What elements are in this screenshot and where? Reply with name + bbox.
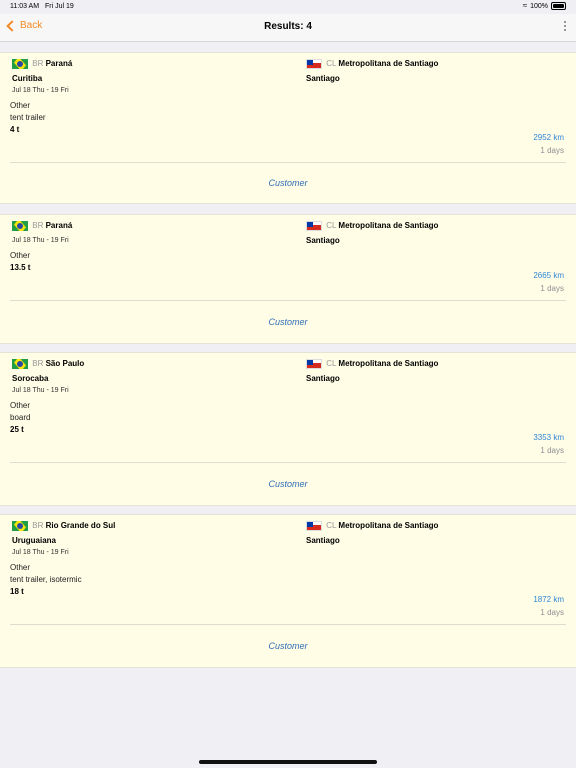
load-dates: Jul 18 Thu - 19 Fri xyxy=(12,387,69,394)
brazil-flag-icon xyxy=(12,521,28,531)
destination-city: Santiago xyxy=(306,74,340,83)
result-card[interactable]: BR Rio Grande do Sul CL Metropolitana de… xyxy=(0,514,576,668)
distance: 2952 km xyxy=(533,133,564,142)
duration: 1 days xyxy=(540,446,564,455)
cargo-weight: 4 t xyxy=(10,125,20,134)
duration: 1 days xyxy=(540,146,564,155)
customer-link[interactable]: Customer xyxy=(0,479,576,489)
origin-region: BR Paraná xyxy=(12,59,72,69)
divider xyxy=(10,462,566,463)
divider xyxy=(10,162,566,163)
load-dates: Jul 18 Thu - 19 Fri xyxy=(12,87,69,94)
distance: 2665 km xyxy=(533,271,564,280)
cargo-weight: 13.5 t xyxy=(10,263,31,272)
status-time: 11:03 AM xyxy=(10,3,40,10)
destination-city: Santiago xyxy=(306,374,340,383)
result-card[interactable]: BR Paraná CL Metropolitana de Santiago S… xyxy=(0,214,576,344)
cargo-type: Other xyxy=(10,101,31,110)
navigation-bar: Back Results: 4 xyxy=(0,14,576,42)
cargo-type: Other xyxy=(10,401,31,410)
destination-city: Santiago xyxy=(306,536,340,545)
cargo-type: Other xyxy=(10,563,31,572)
home-indicator[interactable] xyxy=(199,760,377,764)
destination-region: CL Metropolitana de Santiago xyxy=(306,521,438,531)
customer-link[interactable]: Customer xyxy=(0,641,576,651)
cargo-type: Other xyxy=(10,251,31,260)
divider xyxy=(10,300,566,301)
brazil-flag-icon xyxy=(12,59,28,69)
wifi-icon: ≈ xyxy=(522,1,528,10)
brazil-flag-icon xyxy=(12,359,28,369)
chile-flag-icon xyxy=(306,221,322,231)
origin-city: Curitiba xyxy=(12,74,43,83)
status-right: ≈ 100% xyxy=(523,2,566,10)
load-dates: Jul 18 Thu - 19 Fri xyxy=(12,549,69,556)
chile-flag-icon xyxy=(306,521,322,531)
destination-city: Santiago xyxy=(306,236,340,245)
body-type: tent trailer xyxy=(10,113,46,122)
duration: 1 days xyxy=(540,608,564,617)
origin-city: Sorocaba xyxy=(12,374,49,383)
customer-link[interactable]: Customer xyxy=(0,178,576,188)
result-card[interactable]: BR Paraná CL Metropolitana de Santiago C… xyxy=(0,52,576,204)
distance: 1872 km xyxy=(533,595,564,604)
chile-flag-icon xyxy=(306,59,322,69)
cargo-weight: 18 t xyxy=(10,587,24,596)
divider xyxy=(10,624,566,625)
page-title: Results: 4 xyxy=(264,21,312,32)
status-bar: 11:03 AM Fri Jul 19 ≈ 100% xyxy=(0,0,576,14)
duration: 1 days xyxy=(540,284,564,293)
battery-icon xyxy=(551,2,566,10)
destination-region: CL Metropolitana de Santiago xyxy=(306,221,438,231)
body-type: tent trailer, isotermic xyxy=(10,575,82,584)
origin-region: BR Paraná xyxy=(12,221,72,231)
brazil-flag-icon xyxy=(12,221,28,231)
origin-region: BR São Paulo xyxy=(12,359,84,369)
more-options-icon[interactable] xyxy=(564,21,566,31)
distance: 3353 km xyxy=(533,433,564,442)
body-type: board xyxy=(10,413,31,422)
destination-region: CL Metropolitana de Santiago xyxy=(306,359,438,369)
origin-region: BR Rio Grande do Sul xyxy=(12,521,115,531)
result-card[interactable]: BR São Paulo CL Metropolitana de Santiag… xyxy=(0,352,576,506)
chile-flag-icon xyxy=(306,359,322,369)
battery-percent: 100% xyxy=(530,2,548,10)
status-date: Fri Jul 19 xyxy=(45,3,74,10)
destination-region: CL Metropolitana de Santiago xyxy=(306,59,438,69)
load-dates: Jul 18 Thu - 19 Fri xyxy=(12,237,69,244)
customer-link[interactable]: Customer xyxy=(0,317,576,327)
cargo-weight: 25 t xyxy=(10,425,24,434)
origin-city: Uruguaiana xyxy=(12,536,57,545)
